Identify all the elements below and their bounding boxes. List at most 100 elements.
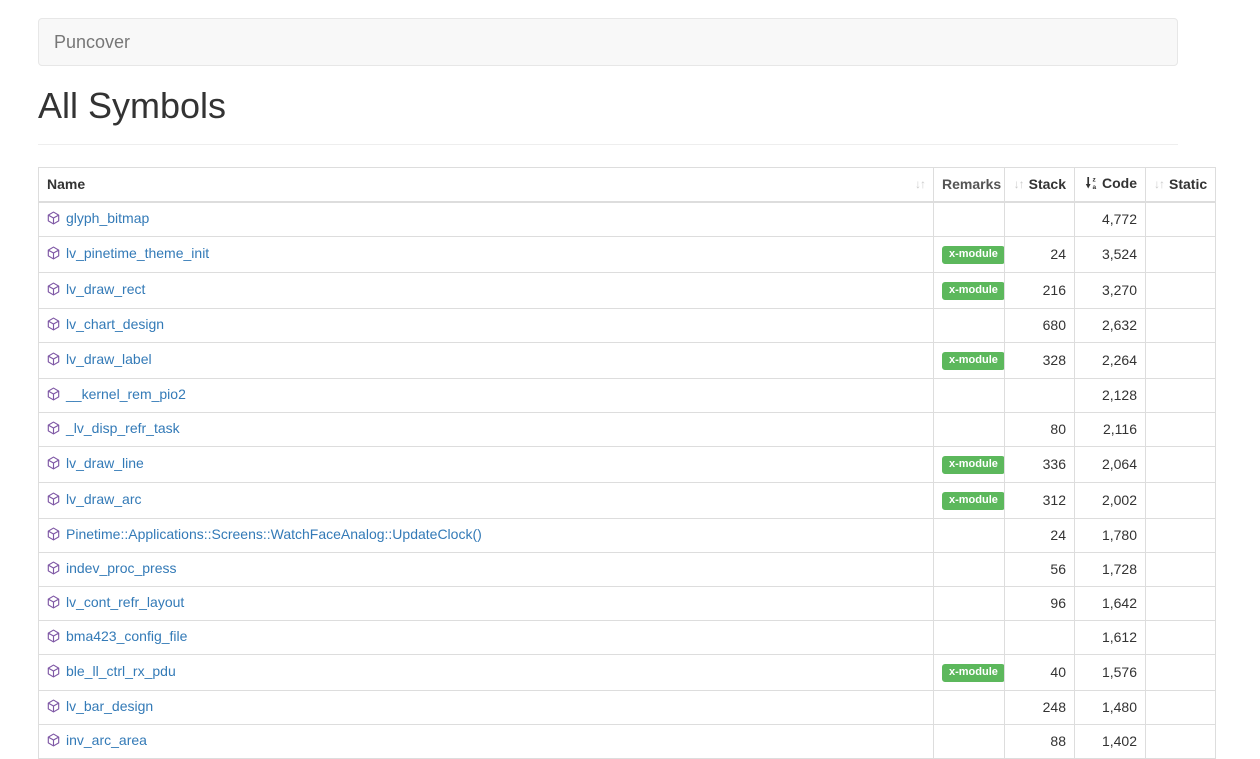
symbol-link[interactable]: lv_pinetime_theme_init: [66, 245, 209, 261]
code-cell: 2,128: [1075, 378, 1146, 412]
symbol-link[interactable]: inv_arc_area: [66, 732, 147, 748]
symbol-link[interactable]: lv_chart_design: [66, 316, 164, 332]
x-module-badge: x-module: [942, 352, 1005, 370]
stack-cell: 24: [1005, 236, 1075, 272]
remarks-cell: [934, 690, 1005, 724]
stack-cell: 56: [1005, 552, 1075, 586]
code-cell: 2,264: [1075, 342, 1146, 378]
remarks-cell: x-module: [934, 236, 1005, 272]
symbol-link[interactable]: __kernel_rem_pio2: [66, 386, 186, 402]
static-cell: [1146, 690, 1216, 724]
symbol-name-cell: bma423_config_file: [39, 620, 934, 654]
symbol-name-cell: lv_draw_line: [39, 446, 934, 482]
column-header-stack[interactable]: Stack: [1005, 167, 1075, 202]
symbol-link[interactable]: lv_bar_design: [66, 698, 153, 714]
code-cell: 3,270: [1075, 272, 1146, 308]
symbol-row: lv_cont_refr_layout 96 1,642: [39, 586, 1216, 620]
remarks-cell: [934, 412, 1005, 446]
stack-cell: 680: [1005, 308, 1075, 342]
code-cell: 1,402: [1075, 724, 1146, 758]
symbol-row: __kernel_rem_pio2 2,128: [39, 378, 1216, 412]
symbol-name-cell: glyph_bitmap: [39, 202, 934, 237]
stack-cell: 248: [1005, 690, 1075, 724]
cube-icon: [47, 664, 60, 681]
symbol-link[interactable]: lv_draw_line: [66, 455, 144, 471]
cube-icon: [47, 211, 60, 228]
remarks-cell: [934, 518, 1005, 552]
static-cell: [1146, 586, 1216, 620]
stack-cell: 88: [1005, 724, 1075, 758]
svg-text:z: z: [1093, 176, 1097, 183]
column-header-static[interactable]: Static: [1146, 167, 1216, 202]
sort-descending-icon: za: [1085, 176, 1097, 193]
cube-icon: [47, 733, 60, 750]
column-label: Remarks: [942, 176, 1001, 192]
column-header-code[interactable]: za Code: [1075, 167, 1146, 202]
page-title: All Symbols: [38, 86, 1260, 126]
code-cell: 1,480: [1075, 690, 1146, 724]
symbol-link[interactable]: glyph_bitmap: [66, 210, 149, 226]
divider: [38, 144, 1178, 145]
cube-icon: [47, 629, 60, 646]
symbols-table: Name Remarks Stack zaCode Static glyph_b: [38, 167, 1216, 759]
symbol-row: lv_draw_arc x-module 312 2,002: [39, 482, 1216, 518]
cube-icon: [47, 352, 60, 369]
column-label: Stack: [1029, 176, 1066, 192]
static-cell: [1146, 308, 1216, 342]
static-cell: [1146, 552, 1216, 586]
symbol-link[interactable]: bma423_config_file: [66, 628, 187, 644]
symbol-link[interactable]: lv_draw_rect: [66, 281, 145, 297]
static-cell: [1146, 412, 1216, 446]
x-module-badge: x-module: [942, 246, 1005, 264]
static-cell: [1146, 236, 1216, 272]
symbol-row: lv_chart_design 680 2,632: [39, 308, 1216, 342]
column-header-name[interactable]: Name: [39, 167, 934, 202]
x-module-badge: x-module: [942, 456, 1005, 474]
static-cell: [1146, 342, 1216, 378]
symbol-link[interactable]: _lv_disp_refr_task: [66, 420, 180, 436]
remarks-cell: [934, 620, 1005, 654]
symbol-link[interactable]: Pinetime::Applications::Screens::WatchFa…: [66, 526, 482, 542]
symbol-name-cell: _lv_disp_refr_task: [39, 412, 934, 446]
symbol-link[interactable]: lv_draw_arc: [66, 491, 141, 507]
code-cell: 2,002: [1075, 482, 1146, 518]
cube-icon: [47, 387, 60, 404]
remarks-cell: [934, 308, 1005, 342]
stack-cell: 336: [1005, 446, 1075, 482]
symbol-row: indev_proc_press 56 1,728: [39, 552, 1216, 586]
column-label: Static: [1169, 176, 1207, 192]
symbol-name-cell: __kernel_rem_pio2: [39, 378, 934, 412]
static-cell: [1146, 446, 1216, 482]
symbol-link[interactable]: lv_draw_label: [66, 351, 152, 367]
static-cell: [1146, 654, 1216, 690]
symbol-link[interactable]: ble_ll_ctrl_rx_pdu: [66, 663, 176, 679]
symbol-link[interactable]: indev_proc_press: [66, 560, 177, 576]
symbol-link[interactable]: lv_cont_refr_layout: [66, 594, 184, 610]
cube-icon: [47, 282, 60, 299]
x-module-badge: x-module: [942, 282, 1005, 300]
symbol-name-cell: lv_chart_design: [39, 308, 934, 342]
cube-icon: [47, 492, 60, 509]
remarks-cell: x-module: [934, 654, 1005, 690]
remarks-cell: [934, 724, 1005, 758]
code-cell: 1,612: [1075, 620, 1146, 654]
symbol-name-cell: lv_draw_arc: [39, 482, 934, 518]
remarks-cell: x-module: [934, 342, 1005, 378]
remarks-cell: x-module: [934, 482, 1005, 518]
cube-icon: [47, 595, 60, 612]
symbol-name-cell: Pinetime::Applications::Screens::WatchFa…: [39, 518, 934, 552]
column-label: Code: [1102, 175, 1137, 191]
code-cell: 2,064: [1075, 446, 1146, 482]
sort-unsorted-icon: [1154, 177, 1164, 192]
stack-cell: [1005, 378, 1075, 412]
page: Puncover All Symbols Name Remarks Stack: [0, 18, 1260, 759]
symbol-row: lv_draw_line x-module 336 2,064: [39, 446, 1216, 482]
sort-unsorted-icon: [915, 177, 925, 192]
navbar-brand-link[interactable]: Puncover: [39, 32, 145, 53]
stack-cell: 80: [1005, 412, 1075, 446]
code-cell: 2,116: [1075, 412, 1146, 446]
remarks-cell: x-module: [934, 446, 1005, 482]
cube-icon: [47, 421, 60, 438]
svg-text:a: a: [1093, 184, 1097, 190]
remarks-cell: [934, 378, 1005, 412]
